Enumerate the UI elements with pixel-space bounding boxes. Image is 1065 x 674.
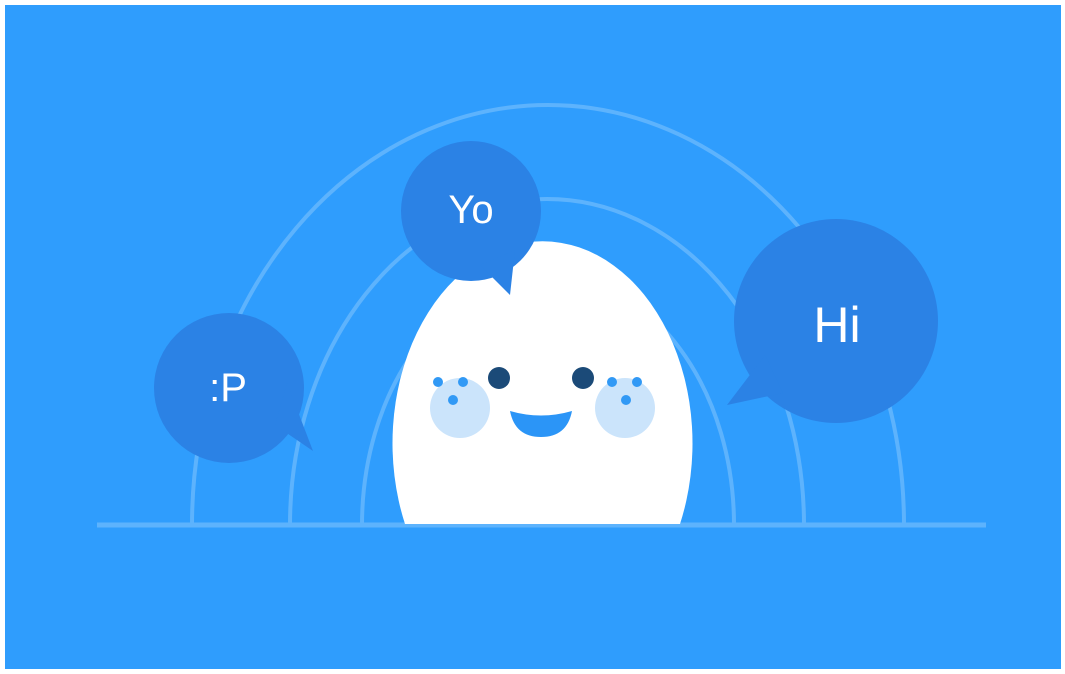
left-eye xyxy=(488,367,510,389)
left-cheek xyxy=(430,378,490,438)
bubble-top-text: Yo xyxy=(448,188,493,232)
bubble-left-text: :P xyxy=(209,366,247,410)
bubble-right-text: Hi xyxy=(813,297,860,353)
illustration-frame: :P Yo Hi xyxy=(5,5,1061,669)
right-eye xyxy=(572,367,594,389)
chat-illustration: :P Yo Hi xyxy=(5,5,1061,669)
right-cheek xyxy=(595,378,655,438)
